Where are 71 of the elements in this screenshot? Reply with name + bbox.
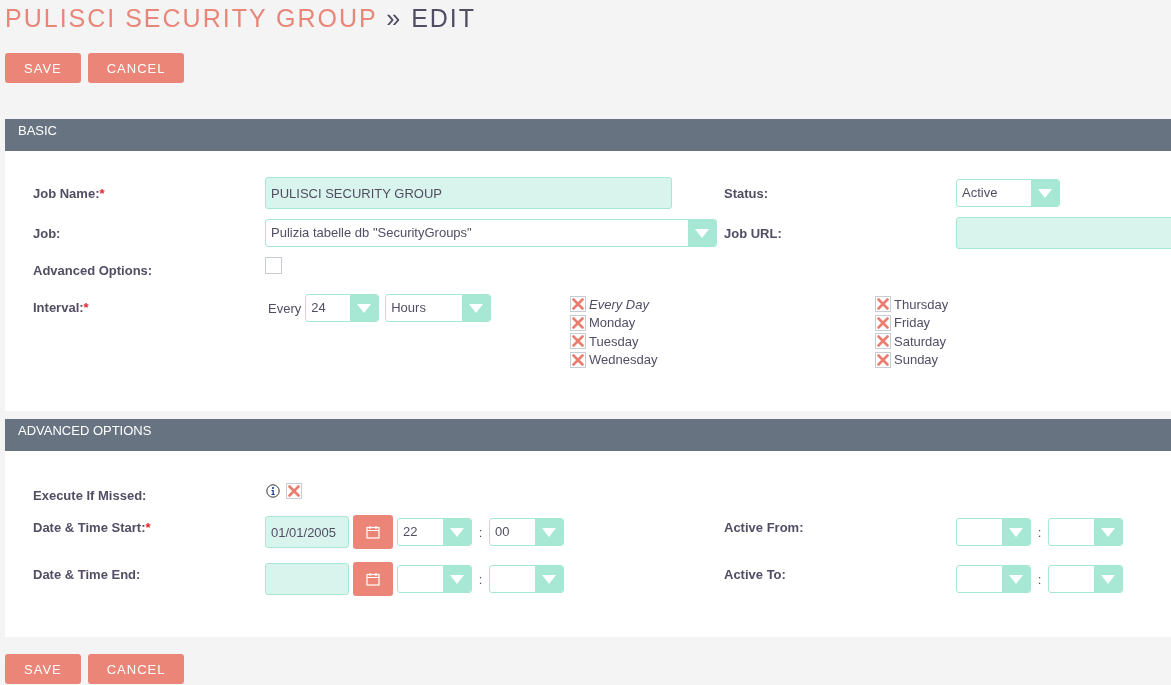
field-label: Active From: [724, 519, 805, 535]
checkbox[interactable] [570, 296, 586, 313]
field-label: Status: [724, 185, 770, 201]
every-label: Every [267, 300, 302, 316]
calendar-icon[interactable] [366, 572, 380, 586]
time-separator: : [1037, 524, 1042, 540]
calendar-button[interactable] [353, 562, 393, 596]
checkbox[interactable] [570, 333, 586, 350]
checkbox[interactable] [570, 351, 586, 368]
dropdown[interactable] [956, 565, 1031, 593]
text-field[interactable] [956, 217, 1171, 249]
time-separator: : [478, 524, 483, 540]
day-label: Sunday [894, 352, 939, 368]
dropdown[interactable]: 24 [305, 294, 380, 322]
time-separator: : [478, 571, 483, 587]
caret-down-icon[interactable] [469, 303, 484, 313]
dropdown[interactable]: 00 [489, 518, 564, 546]
breadcrumb-separator: » [386, 4, 403, 32]
day-label: Thursday [894, 296, 949, 312]
checkbox[interactable] [875, 351, 891, 368]
caret-down-icon[interactable] [1101, 527, 1115, 537]
checkbox[interactable] [875, 314, 891, 331]
time-separator: : [1037, 571, 1042, 587]
dropdown[interactable] [1048, 518, 1123, 546]
info-icon[interactable] [266, 483, 280, 498]
field-label: Interval:* [33, 299, 90, 315]
field-label: Job: [33, 225, 62, 241]
field-label: Active To: [724, 566, 787, 582]
dropdown[interactable] [1048, 565, 1123, 593]
caret-down-icon[interactable] [450, 574, 464, 584]
checkbox[interactable] [286, 482, 302, 499]
caret-down-icon[interactable] [1009, 527, 1023, 537]
checkbox[interactable] [875, 296, 891, 313]
dropdown[interactable]: Hours [385, 294, 492, 322]
page-title: EDIT [411, 4, 477, 32]
dropdown[interactable]: Active [956, 179, 1060, 207]
caret-down-icon[interactable] [1009, 574, 1023, 584]
checkbox[interactable] [265, 257, 282, 274]
date-field[interactable] [265, 563, 349, 595]
text-field[interactable]: PULISCI SECURITY GROUP [265, 177, 672, 209]
day-label: Every Day [589, 296, 649, 312]
dropdown[interactable] [397, 565, 472, 593]
caret-down-icon[interactable] [1101, 574, 1115, 584]
caret-down-icon[interactable] [542, 527, 556, 537]
caret-down-icon[interactable] [357, 303, 372, 313]
panel-header: ADVANCED OPTIONS [5, 419, 1171, 451]
caret-down-icon[interactable] [450, 527, 464, 537]
dropdown[interactable]: 22 [397, 518, 472, 546]
checkbox[interactable] [875, 333, 891, 350]
day-label: Friday [894, 315, 931, 331]
day-label: Monday [589, 315, 636, 331]
field-label: Date & Time Start:* [33, 519, 152, 535]
field-label: Advanced Options: [33, 262, 154, 278]
field-label: Job Name:* [33, 185, 106, 201]
caret-down-icon[interactable] [1038, 188, 1052, 198]
day-label: Tuesday [589, 333, 639, 349]
field-label: Execute If Missed: [33, 487, 148, 503]
caret-down-icon[interactable] [542, 574, 556, 584]
day-label: Saturday [894, 333, 947, 349]
dropdown[interactable]: Pulizia tabelle db "SecurityGroups" [265, 219, 717, 247]
field-label: Date & Time End: [33, 566, 142, 582]
calendar-button[interactable] [353, 515, 393, 549]
field-label: Job URL: [724, 225, 783, 241]
panel-header: BASIC [5, 119, 1171, 151]
calendar-icon[interactable] [366, 525, 380, 539]
date-field[interactable]: 01/01/2005 [265, 516, 349, 548]
dropdown[interactable] [489, 565, 564, 593]
dropdown[interactable] [956, 518, 1031, 546]
caret-down-icon[interactable] [695, 228, 709, 238]
checkbox[interactable] [570, 314, 586, 331]
day-label: Wednesday [589, 352, 658, 368]
